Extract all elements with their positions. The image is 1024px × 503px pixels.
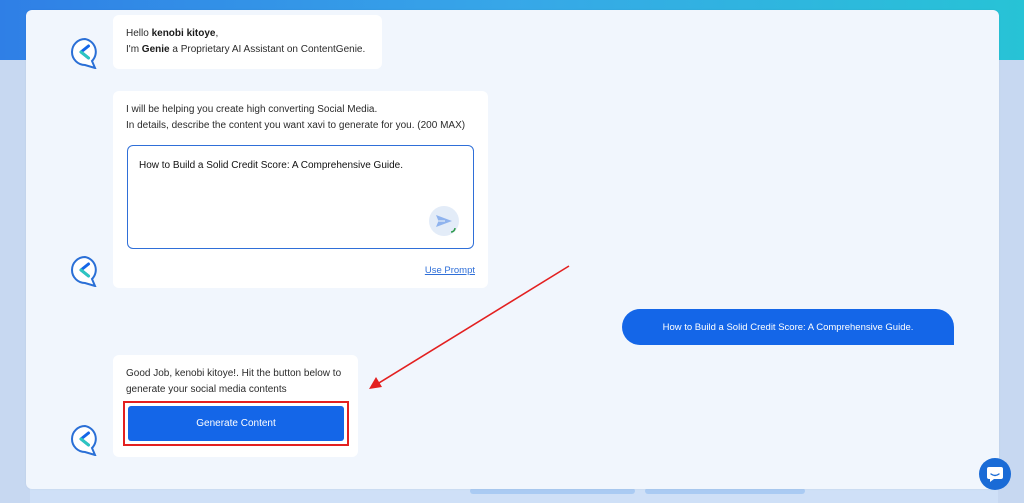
annotation-arrow — [369, 265, 570, 389]
prompt-input-value[interactable]: How to Build a Solid Credit Score: A Com… — [139, 158, 403, 174]
send-button[interactable] — [429, 206, 459, 236]
result-card: Good Job, kenobi kitoye!. Hit the button… — [113, 355, 358, 457]
prompt-input[interactable]: How to Build a Solid Credit Score: A Com… — [127, 145, 474, 249]
chat-support-button[interactable] — [979, 458, 1011, 490]
prompt-intro-line-1: I will be helping you create high conver… — [126, 104, 378, 115]
highlight-box: Generate Content — [123, 401, 349, 446]
genie-logo-icon — [71, 37, 97, 69]
send-icon — [436, 215, 456, 233]
background-right — [998, 60, 1024, 503]
generate-content-button[interactable]: Generate Content — [128, 406, 344, 441]
user-message-bubble: How to Build a Solid Credit Score: A Com… — [622, 309, 954, 345]
user-message-text: How to Build a Solid Credit Score: A Com… — [662, 321, 914, 333]
greeting-line-2: I'm Genie a Proprietary AI Assistant on … — [126, 44, 366, 55]
chat-panel: Hello kenobi kitoye, I'm Genie a Proprie… — [26, 10, 999, 489]
prompt-intro-line-2: In details, describe the content you wan… — [126, 120, 466, 131]
assistant-name: Genie — [141, 44, 170, 55]
result-line-2: generate your social media contents — [126, 384, 287, 395]
prompt-card: I will be helping you create high conver… — [113, 91, 488, 288]
user-name: kenobi kitoye — [151, 28, 216, 39]
result-line-1: Good Job, kenobi kitoye!. Hit the button… — [126, 368, 342, 379]
genie-logo-icon — [71, 424, 97, 456]
genie-logo-icon — [71, 255, 97, 287]
greeting-line-1: Hello kenobi kitoye, — [126, 28, 219, 39]
greeting-bubble: Hello kenobi kitoye, I'm Genie a Proprie… — [113, 15, 382, 69]
chat-support-icon — [987, 467, 1003, 482]
